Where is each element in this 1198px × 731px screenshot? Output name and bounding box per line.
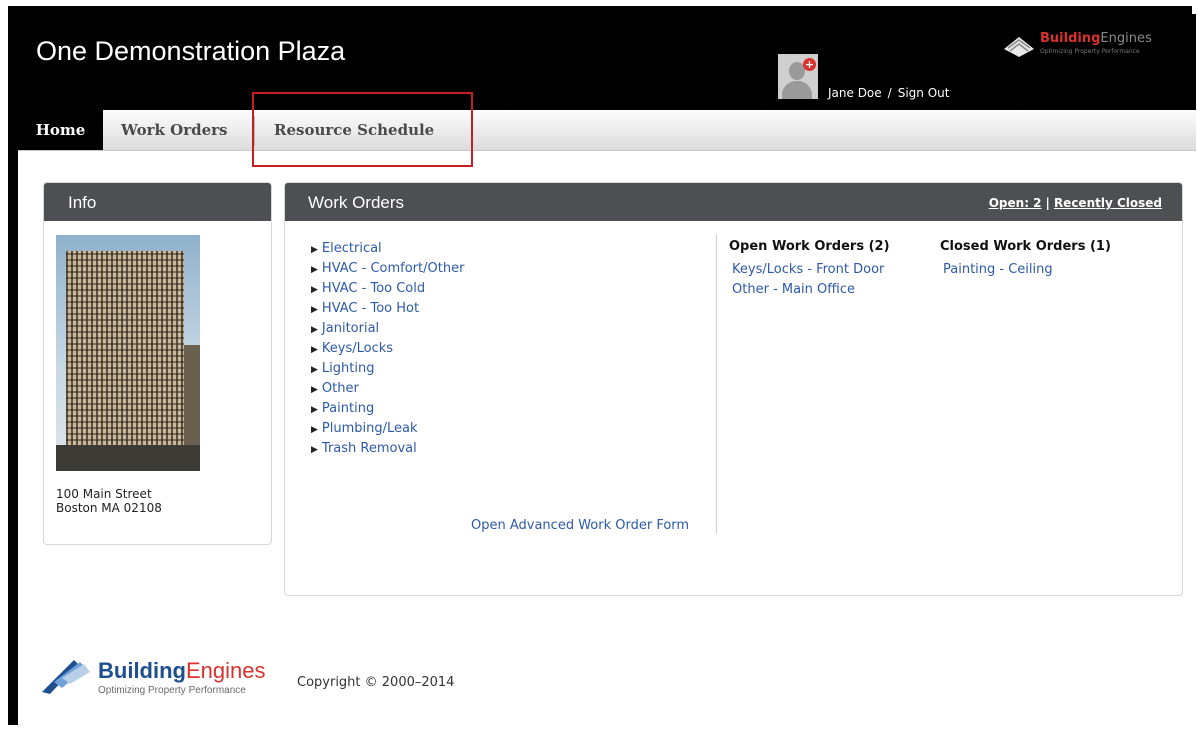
address-line-2: Boston MA 02108 xyxy=(56,501,162,515)
advanced-work-order-link[interactable]: Open Advanced Work Order Form xyxy=(471,518,689,533)
category-item[interactable]: ▶ Keys/Locks xyxy=(311,339,464,359)
avatar[interactable]: + xyxy=(778,54,818,99)
open-count-link[interactable]: Open: 2 xyxy=(989,196,1042,210)
app-window: One Demonstration Plaza + Jane Doe / Sign … xyxy=(18,14,1196,727)
building-tower-shading xyxy=(66,251,184,471)
address-line-1: 100 Main Street xyxy=(56,487,152,501)
category-item[interactable]: ▶ Plumbing/Leak xyxy=(311,419,464,439)
open-work-order-link[interactable]: Other - Main Office xyxy=(732,282,855,297)
category-item[interactable]: ▶ Janitorial xyxy=(311,319,464,339)
expand-arrow-icon: ▶ xyxy=(311,245,318,255)
category-label[interactable]: Keys/Locks xyxy=(322,341,393,356)
header-link-divider: | xyxy=(1045,196,1050,210)
expand-arrow-icon: ▶ xyxy=(311,325,318,335)
category-label[interactable]: Trash Removal xyxy=(322,441,417,456)
category-label[interactable]: HVAC - Comfort/Other xyxy=(322,261,465,276)
category-list: ▶ Electrical ▶ HVAC - Comfort/Other ▶ HVAC … xyxy=(311,239,464,459)
tab-home[interactable]: Home xyxy=(18,110,103,150)
recently-closed-link[interactable]: Recently Closed xyxy=(1054,196,1162,210)
building-base xyxy=(56,445,200,471)
category-item[interactable]: ▶ HVAC - Too Cold xyxy=(311,279,464,299)
category-label[interactable]: HVAC - Too Hot xyxy=(322,301,419,316)
add-photo-icon: + xyxy=(803,58,816,71)
info-panel-title: Info xyxy=(44,183,271,221)
avatar-body xyxy=(782,81,812,99)
work-orders-header-links: Open: 2 | Recently Closed xyxy=(989,183,1162,221)
category-item[interactable]: ▶ Painting xyxy=(311,399,464,419)
user-name[interactable]: Jane Doe xyxy=(828,86,882,100)
header: One Demonstration Plaza + Jane Doe / Sign … xyxy=(18,14,1196,110)
category-label[interactable]: Painting xyxy=(322,401,374,416)
expand-arrow-icon: ▶ xyxy=(311,365,318,375)
address: 100 Main Street Boston MA 02108 xyxy=(56,487,162,515)
brand-logo: BuildingEngines Optimizing Property Perf… xyxy=(1002,31,1172,67)
footer-brand-name: BuildingEngines xyxy=(98,658,266,684)
expand-arrow-icon: ▶ xyxy=(311,285,318,295)
category-label[interactable]: HVAC - Too Cold xyxy=(322,281,425,296)
site-title: One Demonstration Plaza xyxy=(36,36,346,66)
footer-logo-icon xyxy=(42,660,90,694)
brand-tagline: Optimizing Property Performance xyxy=(1040,48,1140,55)
expand-arrow-icon: ▶ xyxy=(311,345,318,355)
footer-tagline: Optimizing Property Performance xyxy=(98,685,246,696)
footer-brand-a: Building xyxy=(98,658,186,683)
highlight-box xyxy=(252,92,473,167)
tab-bar: Home Work Orders Resource Schedule xyxy=(18,110,1196,151)
expand-arrow-icon: ▶ xyxy=(311,425,318,435)
work-orders-panel: Work Orders Open: 2 | Recently Closed ▶ Ele… xyxy=(284,182,1183,596)
category-item[interactable]: ▶ Lighting xyxy=(311,359,464,379)
brand-name-a: Building xyxy=(1040,31,1101,46)
category-item[interactable]: ▶ Other xyxy=(311,379,464,399)
expand-arrow-icon: ▶ xyxy=(311,305,318,315)
open-work-orders-heading: Open Work Orders (2) xyxy=(729,239,890,254)
brand-name-b: Engines xyxy=(1100,31,1152,46)
info-panel: Info 100 Main Street Boston MA 02108 xyxy=(43,182,272,545)
closed-work-order-link[interactable]: Painting - Ceiling xyxy=(943,262,1053,277)
footer-logo: BuildingEngines Optimizing Property Perf… xyxy=(40,654,290,704)
category-label[interactable]: Lighting xyxy=(322,361,375,376)
category-item[interactable]: ▶ Electrical xyxy=(311,239,464,259)
building-image xyxy=(56,235,200,471)
category-label[interactable]: Plumbing/Leak xyxy=(322,421,418,436)
user-menu: Jane Doe / Sign Out xyxy=(828,86,949,100)
category-item[interactable]: ▶ HVAC - Too Hot xyxy=(311,299,464,319)
category-label[interactable]: Electrical xyxy=(322,241,382,256)
expand-arrow-icon: ▶ xyxy=(311,385,318,395)
closed-work-orders-heading: Closed Work Orders (1) xyxy=(940,239,1111,254)
expand-arrow-icon: ▶ xyxy=(311,405,318,415)
tab-work-orders[interactable]: Work Orders xyxy=(121,110,228,150)
footer-brand-b: Engines xyxy=(185,658,266,683)
open-work-order-link[interactable]: Keys/Locks - Front Door xyxy=(732,262,884,277)
brand-name: BuildingEngines xyxy=(1040,31,1152,46)
category-label[interactable]: Janitorial xyxy=(322,321,379,336)
brand-logo-icon xyxy=(1004,37,1034,57)
copyright: Copyright © 2000–2014 xyxy=(297,675,455,690)
column-divider xyxy=(716,235,717,533)
expand-arrow-icon: ▶ xyxy=(311,265,318,275)
category-label[interactable]: Other xyxy=(322,381,359,396)
category-item[interactable]: ▶ Trash Removal xyxy=(311,439,464,459)
screenshot-frame: One Demonstration Plaza + Jane Doe / Sign … xyxy=(8,6,1196,727)
sign-out-link[interactable]: Sign Out xyxy=(898,86,950,100)
category-item[interactable]: ▶ HVAC - Comfort/Other xyxy=(311,259,464,279)
expand-arrow-icon: ▶ xyxy=(311,445,318,455)
user-separator: / xyxy=(887,86,892,100)
